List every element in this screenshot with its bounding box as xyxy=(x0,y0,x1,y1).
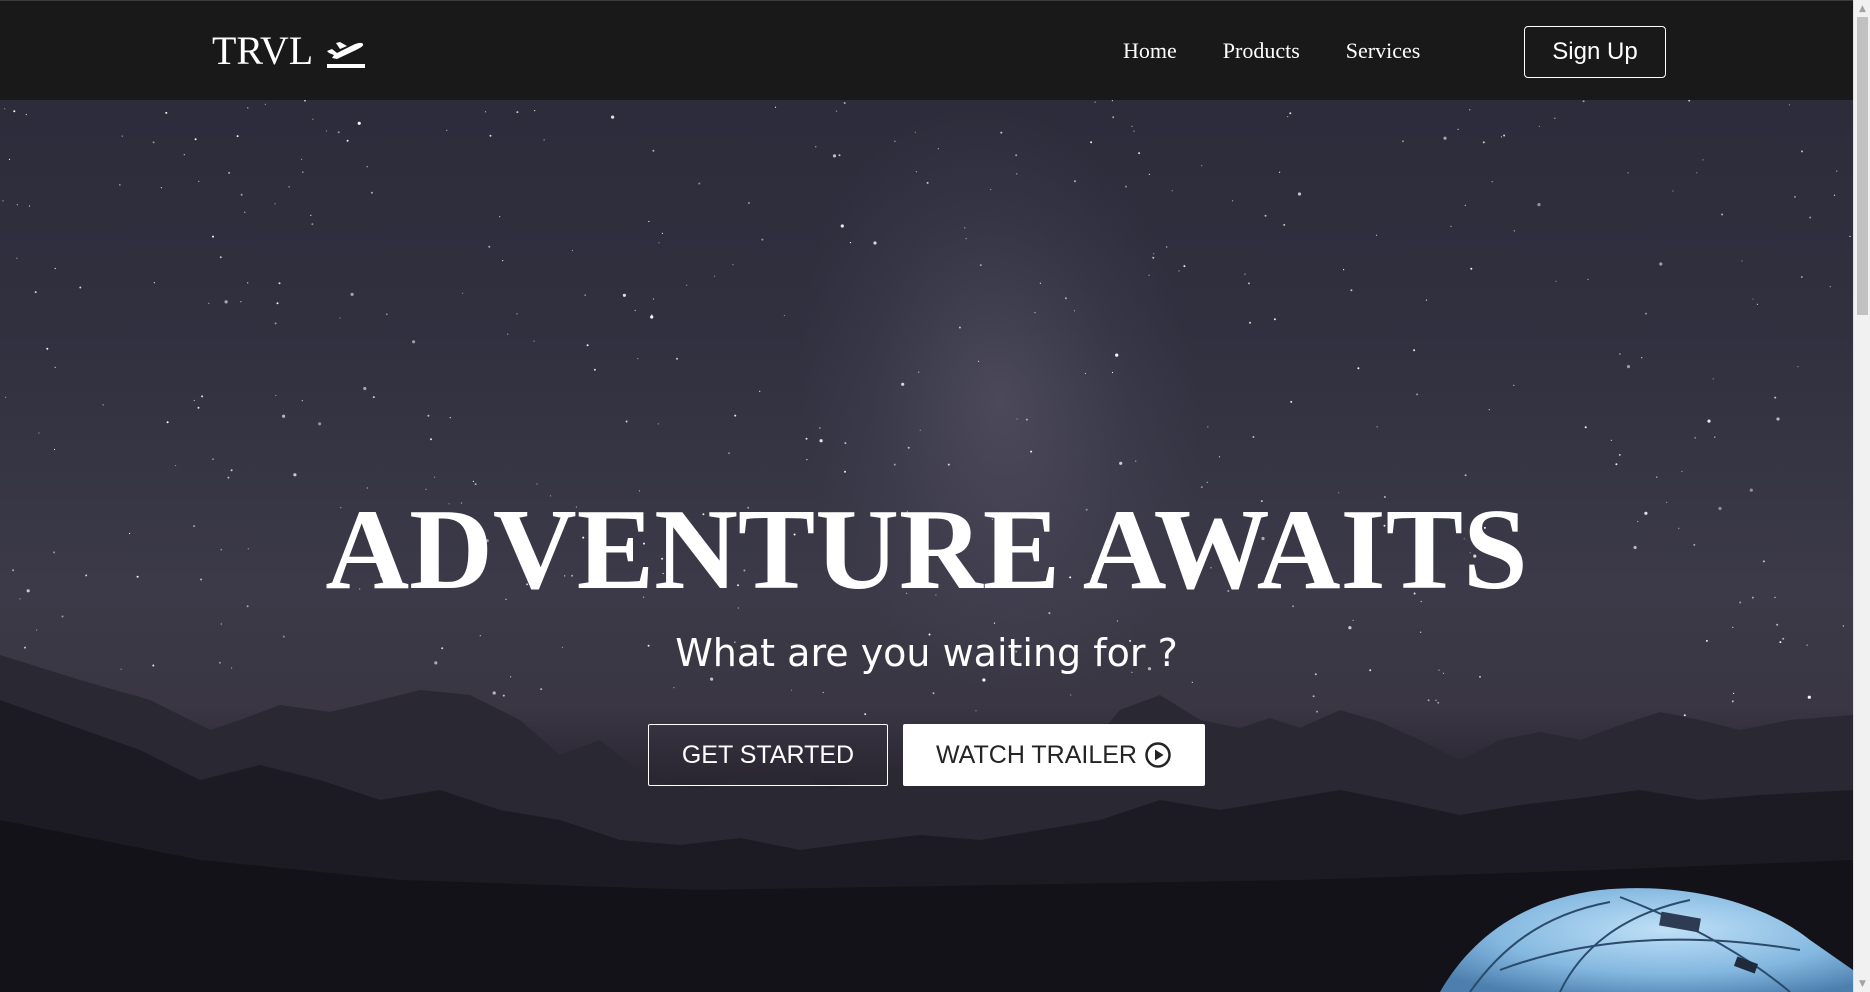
hero-section: ADVENTURE AWAITS What are you waiting fo… xyxy=(0,100,1853,992)
watch-trailer-label: WATCH TRAILER xyxy=(936,740,1137,769)
nav-link-home[interactable]: Home xyxy=(1100,37,1200,65)
scroll-up-arrow-icon[interactable]: ▲ xyxy=(1854,0,1870,17)
nav-links: Home Products Services xyxy=(1100,37,1443,65)
watch-trailer-button[interactable]: WATCH TRAILER xyxy=(903,724,1205,786)
scrollbar-thumb[interactable] xyxy=(1857,17,1868,315)
logo-link[interactable]: TRVL xyxy=(212,27,367,75)
hero-buttons: GET STARTED WATCH TRAILER xyxy=(648,724,1205,786)
plane-departure-icon xyxy=(323,31,367,71)
sign-up-button[interactable]: Sign Up xyxy=(1524,26,1666,78)
logo-text: TRVL xyxy=(212,28,314,73)
nav-link-products[interactable]: Products xyxy=(1200,37,1323,65)
hero-title: ADVENTURE AWAITS xyxy=(325,486,1528,614)
navbar: TRVL Home Products Services Sign Up xyxy=(0,0,1853,100)
get-started-button[interactable]: GET STARTED xyxy=(648,724,888,786)
hero-subtitle: What are you waiting for ? xyxy=(675,631,1178,675)
nav-link-services[interactable]: Services xyxy=(1323,37,1444,65)
play-circle-icon xyxy=(1144,741,1172,769)
vertical-scrollbar[interactable]: ▲ ▼ xyxy=(1853,0,1870,992)
page-viewport: TRVL Home Products Services Sign Up ADVE… xyxy=(0,0,1853,992)
scroll-down-arrow-icon[interactable]: ▼ xyxy=(1854,975,1870,992)
